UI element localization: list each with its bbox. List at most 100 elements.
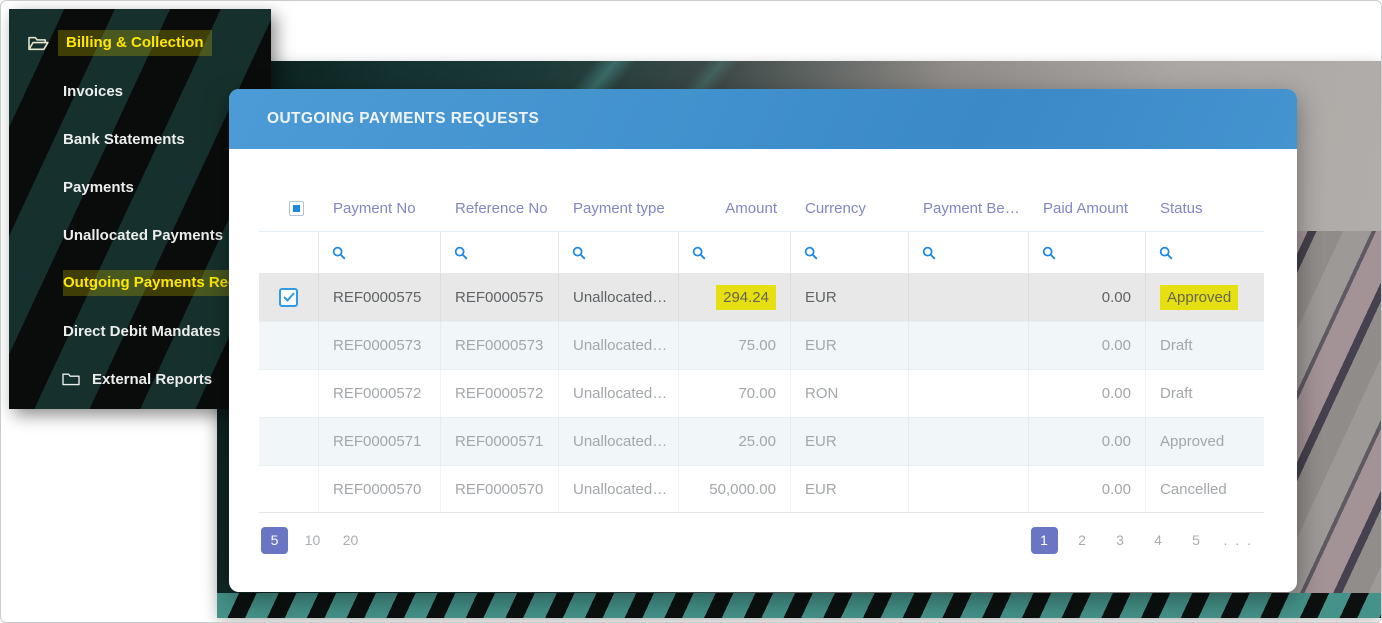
column-header-payment-no[interactable]: Payment No xyxy=(319,200,441,217)
search-icon xyxy=(1158,245,1174,261)
cell-payment-no: REF0000575 xyxy=(319,273,441,321)
page-selector: 1 2 3 4 5 . . . xyxy=(1031,527,1256,554)
cell-status-highlighted: Approved xyxy=(1160,285,1238,310)
sidebar-item-label: Payments xyxy=(63,179,134,196)
page-ellipsis[interactable]: . . . xyxy=(1221,527,1256,554)
sidebar-item-label: Unallocated Payments xyxy=(63,227,223,244)
page-5[interactable]: 5 xyxy=(1183,527,1210,554)
cell-payment-beneficiary xyxy=(909,273,1029,321)
search-icon xyxy=(571,245,587,261)
cell-status: Approved xyxy=(1146,418,1264,465)
cell-paid-amount: 0.00 xyxy=(1029,322,1146,369)
cell-currency: EUR xyxy=(791,322,909,369)
photo-awning-stripes xyxy=(217,593,1381,618)
page-size-5[interactable]: 5 xyxy=(261,527,288,554)
column-header-payment-beneficiary[interactable]: Payment Be… xyxy=(909,200,1029,217)
open-folder-icon xyxy=(27,34,49,52)
column-header-payment-type[interactable]: Payment type xyxy=(559,200,679,217)
filter-amount[interactable] xyxy=(679,232,791,273)
filter-reference-no[interactable] xyxy=(441,232,559,273)
column-header-paid-amount[interactable]: Paid Amount xyxy=(1029,200,1146,217)
cell-currency: EUR xyxy=(791,418,909,465)
outgoing-payments-panel: OUTGOING PAYMENTS REQUESTS Payment No Re… xyxy=(229,89,1297,592)
select-all-checkbox[interactable] xyxy=(289,201,304,216)
cell-payment-type: Unallocated… xyxy=(559,370,679,417)
page-2[interactable]: 2 xyxy=(1069,527,1096,554)
filter-payment-no[interactable] xyxy=(319,232,441,273)
cell-currency: RON xyxy=(791,370,909,417)
page-size-selector: 5 10 20 xyxy=(261,527,364,554)
cell-status: Draft xyxy=(1146,322,1264,369)
folder-icon xyxy=(61,370,83,388)
payments-table: Payment No Reference No Payment type Amo… xyxy=(259,186,1264,513)
cell-currency: EUR xyxy=(791,466,909,512)
column-header-amount[interactable]: Amount xyxy=(679,200,791,217)
panel-header: OUTGOING PAYMENTS REQUESTS xyxy=(229,89,1297,149)
cell-paid-amount: 0.00 xyxy=(1029,370,1146,417)
cell-reference-no: REF0000573 xyxy=(441,322,559,369)
column-header-currency[interactable]: Currency xyxy=(791,200,909,217)
filter-paid-amount[interactable] xyxy=(1029,232,1146,273)
cell-payment-type: Unallocated… xyxy=(559,273,679,321)
table-filter-row xyxy=(259,231,1264,273)
search-icon xyxy=(331,245,347,261)
page-1[interactable]: 1 xyxy=(1031,527,1058,554)
filter-currency[interactable] xyxy=(791,232,909,273)
search-icon xyxy=(803,245,819,261)
cell-payment-beneficiary xyxy=(909,466,1029,512)
cell-paid-amount: 0.00 xyxy=(1029,273,1146,321)
cell-payment-no: REF0000573 xyxy=(319,322,441,369)
table-row[interactable]: REF0000571 REF0000571 Unallocated… 25.00… xyxy=(259,417,1264,465)
cell-payment-no: REF0000571 xyxy=(319,418,441,465)
screenshot-root: Billing & Collection Invoices Bank State… xyxy=(0,0,1382,623)
column-header-reference-no[interactable]: Reference No xyxy=(441,200,559,217)
page-4[interactable]: 4 xyxy=(1145,527,1172,554)
cell-amount: 75.00 xyxy=(679,322,791,369)
cell-paid-amount: 0.00 xyxy=(1029,418,1146,465)
page-3[interactable]: 3 xyxy=(1107,527,1134,554)
search-icon xyxy=(921,245,937,261)
cell-amount: 50,000.00 xyxy=(679,466,791,512)
cell-payment-beneficiary xyxy=(909,322,1029,369)
filter-payment-type[interactable] xyxy=(559,232,679,273)
search-icon xyxy=(1041,245,1057,261)
row-checkbox[interactable] xyxy=(279,288,298,307)
cell-reference-no: REF0000575 xyxy=(441,273,559,321)
cell-reference-no: REF0000571 xyxy=(441,418,559,465)
search-icon xyxy=(691,245,707,261)
filter-status[interactable] xyxy=(1146,232,1264,273)
cell-status: Draft xyxy=(1146,370,1264,417)
table-row[interactable]: REF0000575 REF0000575 Unallocated… 294.2… xyxy=(259,273,1264,321)
cell-paid-amount: 0.00 xyxy=(1029,466,1146,512)
page-size-20[interactable]: 20 xyxy=(337,527,364,554)
sidebar-item-label: Invoices xyxy=(63,83,123,100)
cell-payment-beneficiary xyxy=(909,370,1029,417)
table-row[interactable]: REF0000573 REF0000573 Unallocated… 75.00… xyxy=(259,321,1264,369)
checkmark-icon xyxy=(283,292,295,302)
cell-payment-type: Unallocated… xyxy=(559,418,679,465)
checkbox-indeterminate-mark xyxy=(293,205,300,212)
sidebar-item-label: Bank Statements xyxy=(63,131,185,148)
cell-reference-no: REF0000570 xyxy=(441,466,559,512)
page-size-10[interactable]: 10 xyxy=(299,527,326,554)
cell-reference-no: REF0000572 xyxy=(441,370,559,417)
panel-title: OUTGOING PAYMENTS REQUESTS xyxy=(267,110,539,128)
cell-currency: EUR xyxy=(791,273,909,321)
filter-payment-beneficiary[interactable] xyxy=(909,232,1029,273)
sidebar-item-label: Billing & Collection xyxy=(58,30,212,56)
cell-payment-beneficiary xyxy=(909,418,1029,465)
cell-payment-no: REF0000570 xyxy=(319,466,441,512)
cell-amount-highlighted: 294.24 xyxy=(716,285,776,310)
pagination: 5 10 20 1 2 3 4 5 . . . xyxy=(229,527,1297,554)
sidebar-item-billing-collection[interactable]: Billing & Collection xyxy=(9,19,271,67)
sidebar-item-label: Direct Debit Mandates xyxy=(63,323,221,340)
sidebar-item-label: External Reports xyxy=(92,371,212,388)
cell-status: Cancelled xyxy=(1146,466,1264,512)
table-row[interactable]: REF0000570 REF0000570 Unallocated… 50,00… xyxy=(259,465,1264,513)
filter-cell-checkbox xyxy=(259,232,319,273)
table-header-row: Payment No Reference No Payment type Amo… xyxy=(259,186,1264,231)
cell-payment-no: REF0000572 xyxy=(319,370,441,417)
cell-payment-type: Unallocated… xyxy=(559,466,679,512)
table-row[interactable]: REF0000572 REF0000572 Unallocated… 70.00… xyxy=(259,369,1264,417)
column-header-status[interactable]: Status xyxy=(1146,200,1264,217)
